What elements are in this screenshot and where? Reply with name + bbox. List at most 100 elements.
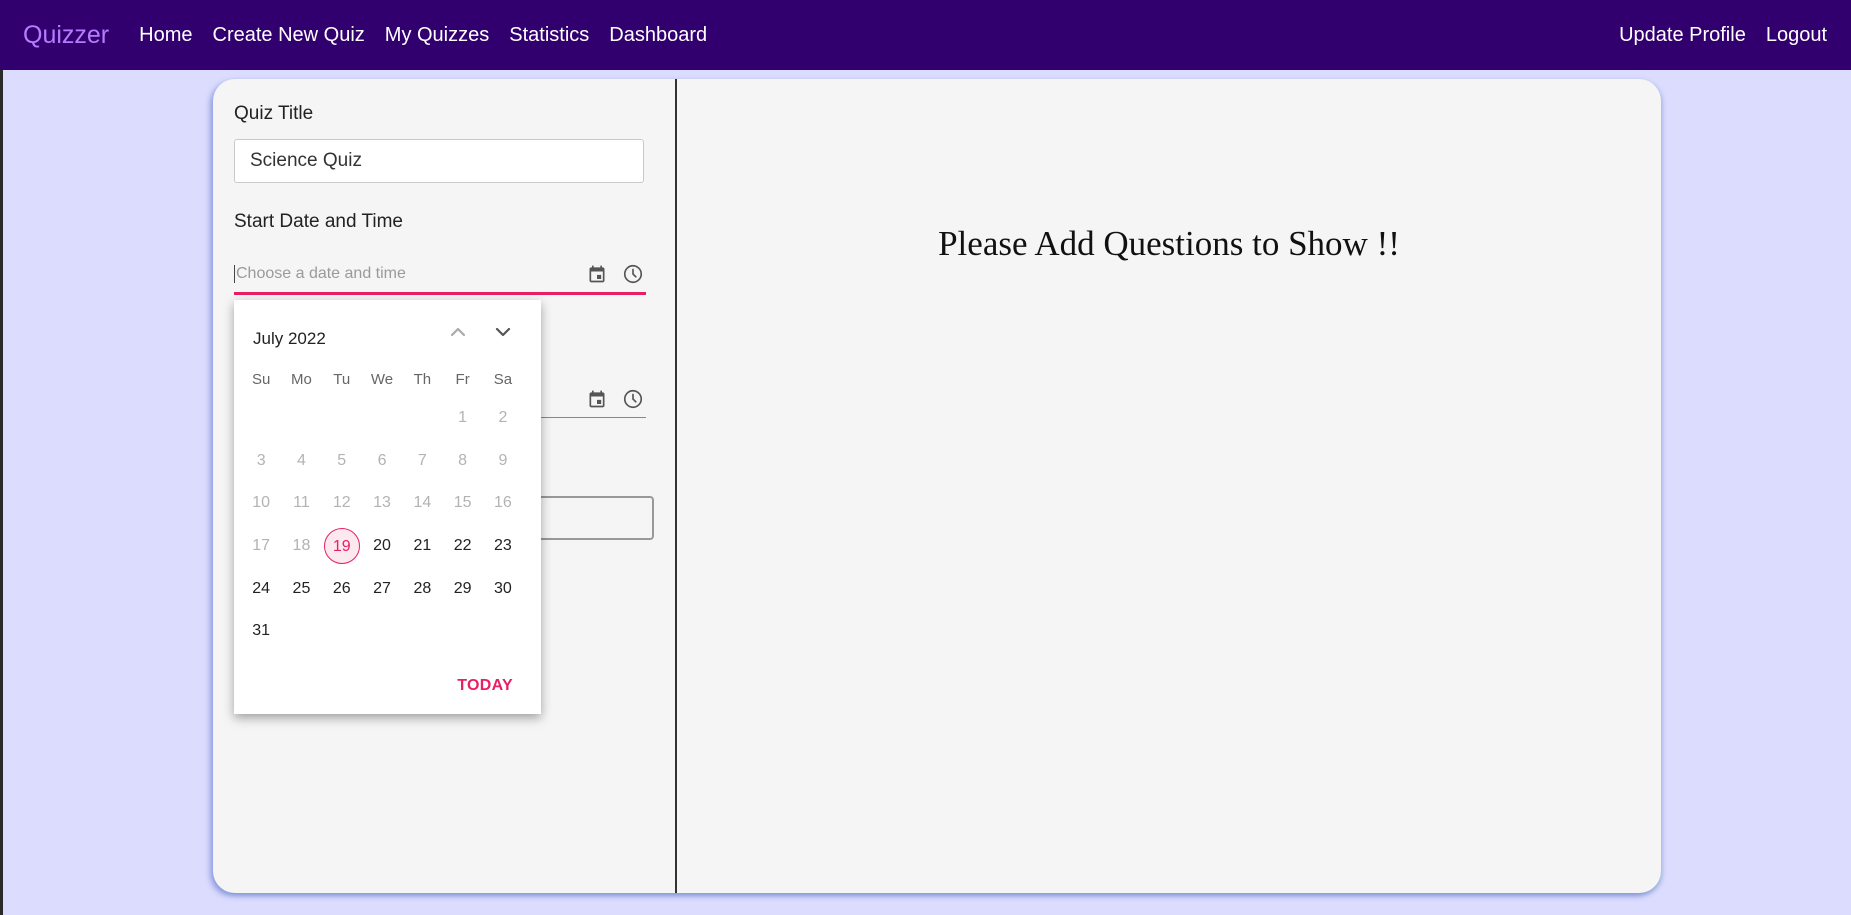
chevron-up-icon[interactable] — [446, 320, 470, 349]
calendar-day-disabled: 13 — [362, 494, 402, 512]
calendar-week: 24 25 26 27 28 29 30 — [241, 567, 523, 610]
calendar-day-disabled: 6 — [362, 452, 402, 470]
panel-divider — [675, 79, 677, 893]
calendar-day[interactable]: 26 — [322, 580, 362, 598]
weekday-label: Th — [413, 371, 432, 388]
calendar-day-disabled: 18 — [281, 537, 321, 555]
start-datetime-underline — [234, 292, 646, 295]
calendar-day-number: 23 — [494, 537, 512, 555]
calendar-day[interactable]: 25 — [281, 580, 321, 598]
calendar-day-disabled: 4 — [281, 452, 321, 470]
nav-link-dashboard[interactable]: Dashboard — [609, 24, 707, 47]
calendar-day-disabled: 9 — [483, 452, 523, 470]
calendar-day-number: 26 — [332, 579, 351, 597]
calendar-day-disabled: 10 — [241, 494, 281, 512]
nav-right-group: Update Profile Logout — [1619, 24, 1847, 47]
calendar-day-disabled: 2 — [483, 409, 523, 427]
calendar-day[interactable]: 29 — [442, 580, 482, 598]
calendar-day-number: 8 — [458, 451, 468, 469]
calendar-day-number: 21 — [413, 537, 432, 555]
calendar-day-number: 14 — [413, 494, 432, 512]
calendar-week: 3 4 5 6 7 8 9 — [241, 440, 523, 483]
calendar-week: 12 — [241, 397, 523, 440]
calendar-day-disabled: 17 — [241, 537, 281, 555]
calendar-day-number: 31 — [252, 622, 271, 640]
calendar-day[interactable]: 23 — [483, 537, 523, 555]
start-date-label: Start Date and Time — [234, 211, 403, 232]
clock-icon[interactable] — [622, 263, 644, 285]
calendar-day[interactable]: 28 — [402, 580, 442, 598]
calendar-day[interactable]: 27 — [362, 580, 402, 598]
weekday-label: We — [370, 371, 394, 388]
calendar-day-number: 10 — [252, 494, 271, 512]
calendar-day-disabled: 7 — [402, 452, 442, 470]
month-label[interactable]: July 2022 — [253, 329, 326, 349]
calendar-day[interactable]: 21 — [402, 537, 442, 555]
calendar-day-disabled: 3 — [241, 452, 281, 470]
calendar-day-number: 3 — [256, 451, 266, 469]
calendar-day-number: 25 — [292, 579, 311, 597]
calendar-day-disabled: 15 — [442, 494, 482, 512]
calendar-day-number: 27 — [373, 579, 391, 597]
weekday-label: Su — [251, 371, 271, 388]
quiz-title-input[interactable] — [234, 139, 644, 183]
start-datetime-placeholder: Choose a date and time — [234, 265, 587, 283]
weekday-label: Tu — [333, 371, 351, 388]
calendar-day-number: 17 — [252, 537, 271, 555]
calendar-day-number: 7 — [417, 451, 427, 469]
calendar-day-number: 4 — [296, 451, 306, 469]
calendar-day[interactable]: 20 — [362, 537, 402, 555]
calendar-day-number: 9 — [498, 451, 508, 469]
calendar-day-disabled: 12 — [322, 494, 362, 512]
calendar-day-today[interactable]: 19 — [322, 528, 362, 565]
calendar-day-disabled: 16 — [483, 494, 523, 512]
date-picker-popup: July 2022 Su Mo Tu We Th Fr Sa 123456789… — [234, 300, 541, 714]
calendar-week: 10 11 12 13 14 15 16 — [241, 482, 523, 525]
calendar-day-number: 30 — [494, 579, 512, 597]
empty-questions-message: Please Add Questions to Show !! — [938, 224, 1400, 263]
calendar-day-disabled: 1 — [442, 409, 482, 427]
window-edge — [0, 0, 3, 915]
nav-link-create-new-quiz[interactable]: Create New Quiz — [213, 24, 365, 47]
calendar-day-number: 12 — [332, 494, 351, 512]
quiz-editor-card: Quiz Title Start Date and Time Choose a … — [213, 79, 1661, 893]
nav-link-my-quizzes[interactable]: My Quizzes — [385, 24, 489, 47]
top-navbar: Quizzer Home Create New Quiz My Quizzes … — [0, 0, 1851, 70]
chevron-down-icon[interactable] — [491, 320, 515, 349]
nav-link-logout[interactable]: Logout — [1766, 24, 1827, 47]
weekday-header: Su Mo Tu We Th Fr Sa — [241, 371, 523, 388]
calendar-day-number: 5 — [337, 451, 347, 469]
calendar-day-disabled: 14 — [402, 494, 442, 512]
clock-icon[interactable] — [622, 388, 644, 410]
start-datetime-field[interactable]: Choose a date and time — [234, 257, 646, 291]
calendar-day-number: 24 — [252, 579, 271, 597]
calendar-day-number: 13 — [373, 494, 391, 512]
calendar-day[interactable]: 30 — [483, 580, 523, 598]
weekday-label: Fr — [455, 371, 470, 388]
calendar-day-disabled: 5 — [322, 452, 362, 470]
calendar-day-disabled: 11 — [281, 494, 321, 512]
nav-link-statistics[interactable]: Statistics — [509, 24, 589, 47]
calendar-day-disabled: 8 — [442, 452, 482, 470]
calendar-day-number: 29 — [453, 579, 472, 597]
calendar-day-number: 11 — [293, 494, 310, 512]
brand-logo[interactable]: Quizzer — [23, 21, 109, 50]
calendar-icon[interactable] — [587, 264, 607, 284]
calendar-day-number: 22 — [453, 537, 472, 555]
nav-link-update-profile[interactable]: Update Profile — [1619, 24, 1746, 47]
calendar-day-number: 6 — [377, 451, 387, 469]
calendar-day-number: 15 — [453, 494, 472, 512]
nav-link-home[interactable]: Home — [139, 24, 192, 47]
calendar-day-number: 1 — [458, 409, 468, 427]
calendar-day-number: 20 — [373, 537, 391, 555]
calendar-day-number: 19 — [323, 528, 360, 565]
calendar-day[interactable]: 31 — [241, 622, 281, 640]
calendar-week: 31 — [241, 610, 523, 653]
calendar-day-number: 18 — [292, 537, 311, 555]
calendar-day[interactable]: 22 — [442, 537, 482, 555]
calendar-day-number: 28 — [413, 579, 432, 597]
today-button[interactable]: TODAY — [457, 677, 513, 695]
calendar-icon[interactable] — [587, 389, 607, 409]
calendar-day[interactable]: 24 — [241, 580, 281, 598]
calendar-day-number: 2 — [498, 409, 508, 427]
